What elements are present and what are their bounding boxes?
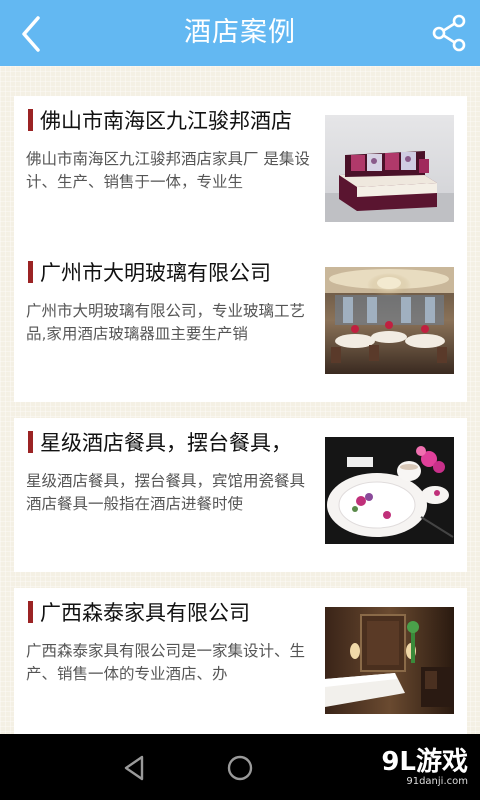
share-icon[interactable] — [430, 13, 470, 53]
sofa-photo — [325, 115, 454, 222]
case-description: 广西森泰家具有限公司是一家集设计、生产、销售一体的专业酒店、办 — [26, 640, 312, 686]
case-title: 星级酒店餐具，摆台餐具， — [40, 431, 292, 455]
watermark-logo: 9L游戏 91danji.com — [381, 748, 468, 788]
title-accent-bar — [28, 431, 33, 453]
case-list[interactable]: 佛山市南海区九江骏邦酒店 佛山市南海区九江骏邦酒店家具厂 是集设计、生产、销售于… — [0, 66, 480, 734]
case-description: 佛山市南海区九江骏邦酒店家具厂 是集设计、生产、销售于一体，专业生 — [26, 148, 312, 194]
banquet-hall-photo — [325, 267, 454, 374]
title-accent-bar — [28, 261, 33, 283]
case-card[interactable]: 广州市大明玻璃有限公司 广州市大明玻璃有限公司，专业玻璃工艺品,家用酒店玻璃器皿… — [14, 248, 467, 402]
watermark-brand: 9L游戏 — [381, 747, 468, 777]
case-card[interactable]: 星级酒店餐具，摆台餐具， 星级酒店餐具，摆台餐具，宾馆用瓷餐具酒店餐具一般指在酒… — [14, 418, 467, 572]
case-card[interactable]: 广西森泰家具有限公司 广西森泰家具有限公司是一家集设计、生产、销售一体的专业酒店… — [14, 588, 467, 734]
system-navigation-bar: 9L游戏 91danji.com — [0, 734, 480, 800]
tableware-photo — [325, 437, 454, 544]
nav-home-icon[interactable] — [224, 752, 256, 784]
hotel-room-photo — [325, 607, 454, 714]
title-accent-bar — [28, 601, 33, 623]
page-title: 酒店案例 — [184, 17, 296, 48]
case-title: 广西森泰家具有限公司 — [40, 601, 250, 625]
watermark-url: 91danji.com — [406, 776, 468, 787]
app-header: 酒店案例 — [0, 0, 480, 66]
title-accent-bar — [28, 109, 33, 131]
case-title: 佛山市南海区九江骏邦酒店 — [40, 109, 292, 133]
case-description: 广州市大明玻璃有限公司，专业玻璃工艺品,家用酒店玻璃器皿主要生产销 — [26, 300, 312, 346]
case-description: 星级酒店餐具，摆台餐具，宾馆用瓷餐具酒店餐具一般指在酒店进餐时使 — [26, 470, 312, 516]
nav-back-icon[interactable] — [118, 752, 150, 784]
case-title: 广州市大明玻璃有限公司 — [40, 261, 271, 285]
case-card[interactable]: 佛山市南海区九江骏邦酒店 佛山市南海区九江骏邦酒店家具厂 是集设计、生产、销售于… — [14, 96, 467, 250]
